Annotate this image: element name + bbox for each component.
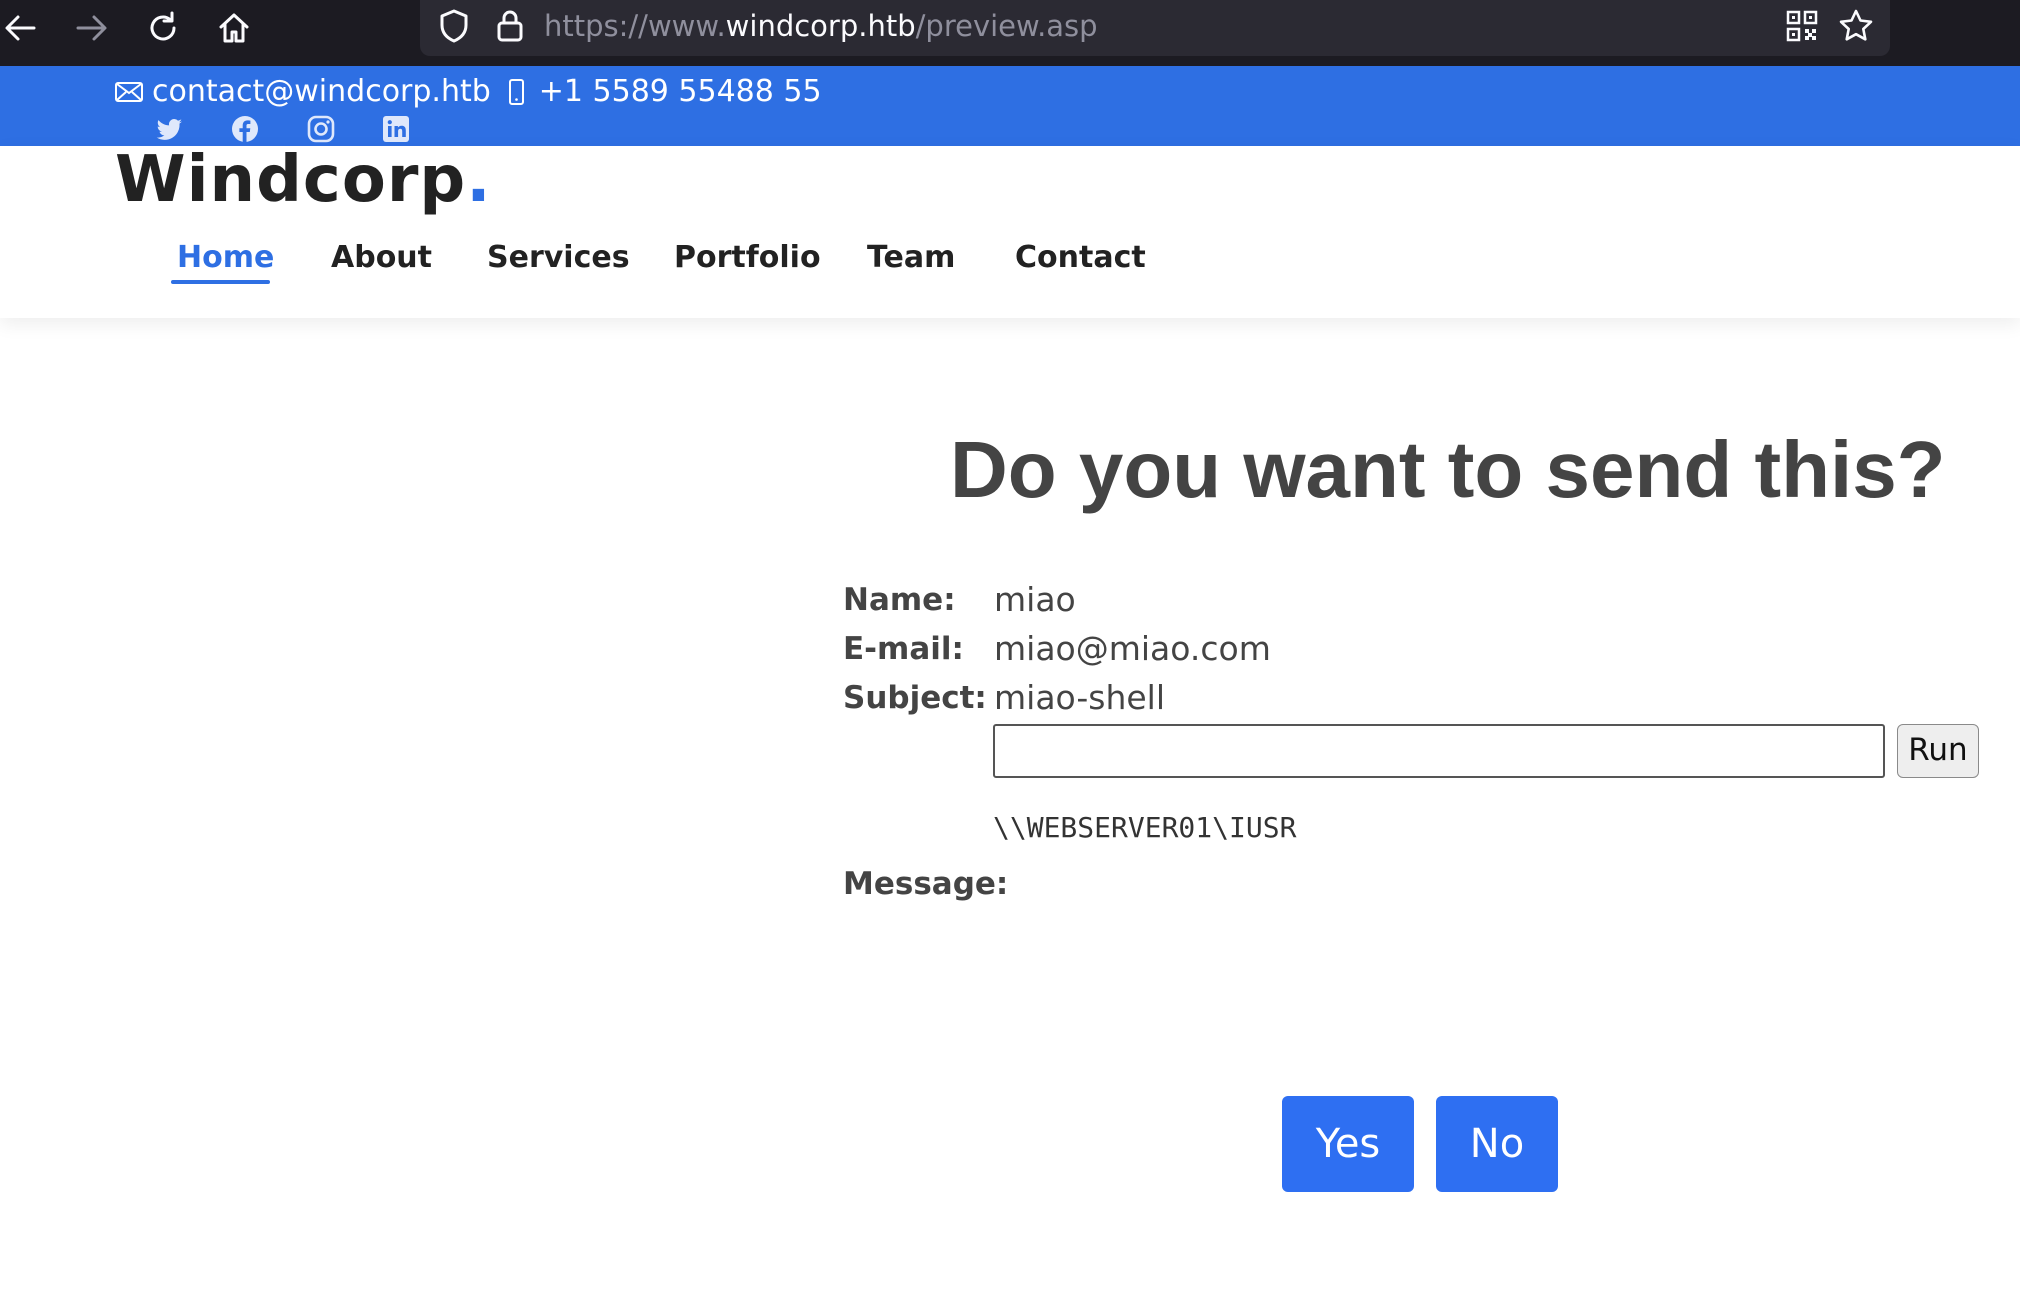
active-nav-underline — [171, 280, 270, 284]
site-logo[interactable]: Windcorp. — [115, 142, 492, 218]
nav-about[interactable]: About — [331, 228, 432, 288]
shield-icon[interactable] — [434, 6, 474, 46]
home-icon[interactable] — [214, 8, 254, 48]
forward-arrow-icon[interactable] — [72, 8, 112, 48]
command-output: \\WEBSERVER01\IUSR — [993, 811, 1297, 844]
contact-info: contact@windcorp.htb +1 5589 55488 55 — [114, 70, 822, 114]
linkedin-icon[interactable] — [381, 114, 411, 144]
qr-code-icon[interactable] — [1782, 6, 1822, 46]
name-value: miao — [994, 580, 1076, 619]
url-prefix: https://www. — [544, 9, 726, 43]
envelope-icon — [115, 82, 143, 102]
nav-home[interactable]: Home — [177, 228, 274, 288]
logo-dot: . — [466, 143, 492, 217]
page-heading: Do you want to send this? — [950, 425, 1946, 514]
yes-button[interactable]: Yes — [1282, 1096, 1414, 1192]
facebook-icon[interactable] — [230, 114, 260, 144]
twitter-icon[interactable] — [154, 114, 184, 144]
nav-services[interactable]: Services — [487, 228, 630, 288]
nav-team[interactable]: Team — [867, 228, 955, 288]
name-label: Name: — [843, 582, 956, 618]
topbar: contact@windcorp.htb +1 5589 55488 55 — [0, 66, 2020, 146]
email-label: E-mail: — [843, 631, 964, 667]
command-input[interactable] — [993, 724, 1885, 778]
contact-email[interactable]: contact@windcorp.htb — [152, 70, 491, 114]
nav-contact[interactable]: Contact — [1015, 228, 1146, 288]
star-bookmark-icon[interactable] — [1836, 6, 1876, 46]
instagram-icon[interactable] — [306, 114, 336, 144]
reload-icon[interactable] — [143, 8, 183, 48]
nav-portfolio[interactable]: Portfolio — [674, 228, 821, 288]
message-label: Message: — [843, 866, 1009, 902]
run-button[interactable]: Run — [1897, 724, 1979, 778]
url-bar[interactable]: https://www.windcorp.htb/preview.asp — [420, 0, 1890, 56]
contact-phone[interactable]: +1 5589 55488 55 — [539, 70, 822, 114]
subject-value: miao-shell — [994, 678, 1165, 717]
back-arrow-icon[interactable] — [0, 8, 40, 48]
subject-label: Subject: — [843, 680, 987, 716]
lock-icon[interactable] — [490, 6, 530, 46]
browser-toolbar: https://www.windcorp.htb/preview.asp — [0, 0, 2020, 66]
logo-text: Windcorp — [115, 143, 467, 217]
url-host: windcorp.htb — [725, 9, 916, 43]
site-header: Windcorp. Home About Services Portfolio … — [0, 143, 2020, 318]
no-button[interactable]: No — [1436, 1096, 1558, 1192]
url-path: /preview.asp — [915, 9, 1098, 43]
email-value: miao@miao.com — [994, 629, 1271, 668]
url-text[interactable]: https://www.windcorp.htb/preview.asp — [544, 6, 1098, 46]
phone-icon — [508, 79, 524, 105]
